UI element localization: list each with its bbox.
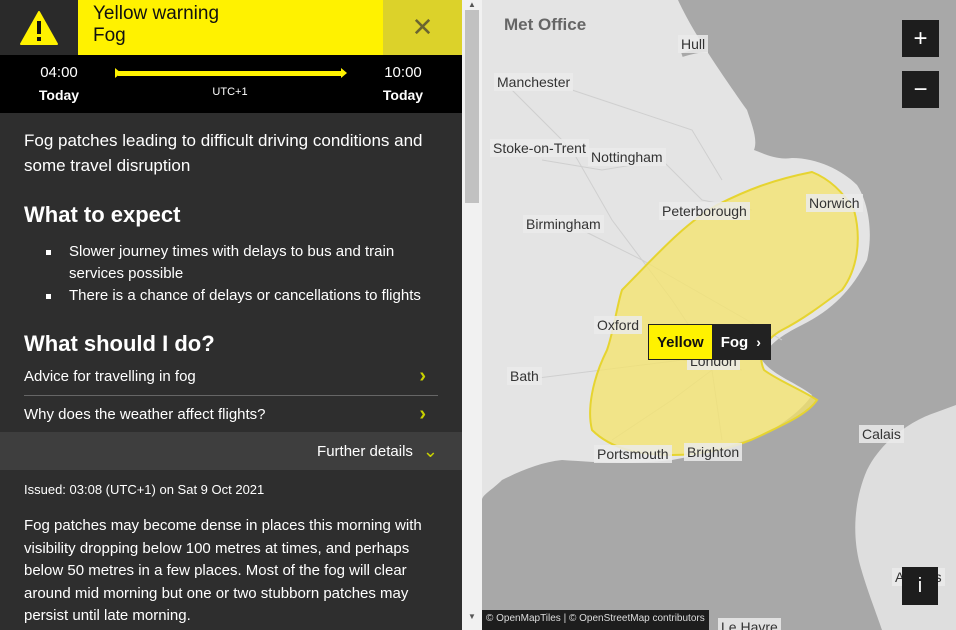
end-day: Today [382,87,424,103]
further-details-toggle[interactable]: Further details ⌄ [0,432,462,470]
city-label: Nottingham [588,148,666,166]
what-should-i-do-heading: What should I do? [24,331,215,356]
city-label: Calais [859,425,904,443]
weather-flights-link[interactable]: Why does the weather affect flights? › [24,395,438,433]
city-label: Bath [507,367,542,385]
info-button[interactable]: i [902,567,938,605]
warning-panel: Yellow warning Fog ✕ 04:00 Today UTC+1 1… [0,0,462,630]
chevron-right-icon: › [419,402,426,425]
expect-list: Slower journey times with delays to bus … [46,241,436,307]
warning-summary: Fog patches leading to difficult driving… [24,131,423,175]
advice-fog-label: Advice for travelling in fog [24,367,196,385]
city-label: Peterborough [659,202,750,220]
advice-fog-link[interactable]: Advice for travelling in fog › [24,357,438,395]
city-label: Portsmouth [594,445,672,463]
close-button[interactable]: ✕ [383,0,462,55]
met-office-logo: Met Office [504,15,587,34]
scrollbar-thumb[interactable] [465,10,479,203]
what-to-expect-heading: What to expect [24,202,181,227]
zoom-out-button[interactable]: − [902,71,939,108]
warning-type: Fog [93,25,126,46]
city-label: Hull [678,35,709,53]
weather-flights-label: Why does the weather affect flights? [24,405,266,423]
start-day: Today [38,87,80,103]
warning-icon [0,0,78,55]
map-warning-type: Fog › [712,324,771,360]
city-label: Brighton [684,443,743,461]
city-label: Stoke-on-Trent [490,139,589,157]
city-label: Birmingham [523,215,604,233]
map-attribution: © OpenMapTiles | © OpenStreetMap contrib… [482,610,709,630]
map-warning-level: Yellow [648,324,713,360]
list-item: There is a chance of delays or cancellat… [46,285,436,307]
map-warning-type-label: Fog [720,333,749,351]
scroll-up-icon[interactable]: ▲ [467,0,477,9]
warning-timeline: 04:00 Today UTC+1 10:00 Today [0,55,462,113]
warning-header: Yellow warning Fog ✕ [0,0,462,55]
end-time: 10:00 [384,64,422,81]
chevron-down-icon: ⌄ [422,440,438,461]
map-base [482,0,956,630]
warning-level: Yellow warning [93,3,220,24]
scroll-down-icon[interactable]: ▼ [467,612,477,621]
city-label: Norwich [806,194,863,212]
start-time: 04:00 [40,64,78,81]
list-item: Slower journey times with delays to bus … [46,241,436,285]
warning-title-box: Yellow warning Fog [78,0,383,55]
issued-timestamp: Issued: 03:08 (UTC+1) on Sat 9 Oct 2021 [24,482,265,497]
warning-map[interactable]: Met Office Hull Manchester Stoke-on-Tren… [482,0,956,630]
further-details-label: Further details [317,442,413,460]
city-label: Oxford [594,316,643,334]
further-details-text: Fog patches may become dense in places t… [24,517,422,624]
close-icon: ✕ [411,12,434,42]
city-label: Manchester [494,73,574,91]
warning-content: Fog patches leading to difficult driving… [0,113,462,630]
scrollbar[interactable]: ▲ ▼ [462,0,482,630]
timezone-label: UTC+1 [212,86,248,98]
timeline-bar [115,68,347,78]
chevron-right-icon: › [419,364,426,387]
map-warning-label[interactable]: Yellow Fog › [648,324,771,360]
chevron-right-icon: › [756,334,761,350]
city-label: Le Havre [718,618,781,630]
zoom-in-button[interactable]: + [902,20,939,57]
